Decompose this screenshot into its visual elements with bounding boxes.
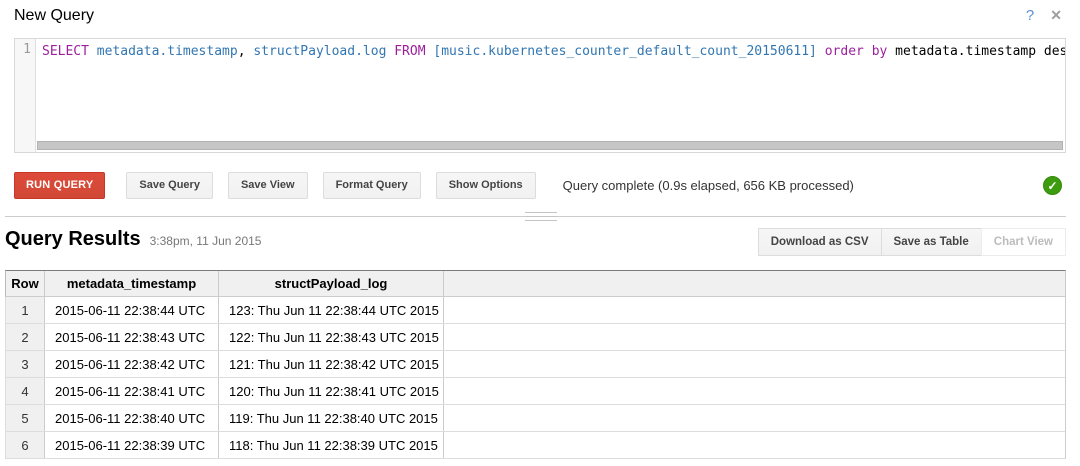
table-row[interactable]: 22015-06-11 22:38:43 UTC122: Thu Jun 11 … [5,324,1066,351]
table-row[interactable]: 52015-06-11 22:38:40 UTC119: Thu Jun 11 … [5,405,1066,432]
cell-filler [444,405,1065,431]
cell-structpayload-log: 123: Thu Jun 11 22:38:44 UTC 2015 [219,297,444,323]
sql-token: SELECT [42,44,89,59]
results-actions: Download as CSV Save as Table Chart View [758,228,1066,256]
grip-lines-icon [525,212,557,221]
cell-filler [444,351,1065,377]
sql-line[interactable]: SELECT metadata.timestamp, structPayload… [37,39,1065,61]
sql-token: desc [1044,44,1065,59]
cell-filler [444,324,1065,350]
column-header-row[interactable]: Row [6,271,45,296]
cell-structpayload-log: 121: Thu Jun 11 22:38:42 UTC 2015 [219,351,444,377]
results-table: Row metadata_timestamp structPayload_log… [5,270,1066,459]
sql-token: by [872,44,888,59]
save-view-button[interactable]: Save View [228,172,308,199]
sql-token: structPayload.log [253,44,386,59]
cell-metadata-timestamp: 2015-06-11 22:38:42 UTC [45,351,219,377]
results-header: Query Results 3:38pm, 11 Jun 2015 [5,228,261,258]
editor-horizontal-scrollbar[interactable] [37,141,1063,150]
query-success-check-icon: ✓ [1043,176,1062,195]
cell-metadata-timestamp: 2015-06-11 22:38:39 UTC [45,432,219,458]
cell-filler [444,297,1065,323]
results-table-header: Row metadata_timestamp structPayload_log [5,270,1066,297]
cell-metadata-timestamp: 2015-06-11 22:38:41 UTC [45,378,219,404]
chart-view-button: Chart View [981,228,1066,256]
window-controls: ? ✕ [1026,7,1062,24]
table-row[interactable]: 42015-06-11 22:38:41 UTC120: Thu Jun 11 … [5,378,1066,405]
show-options-button[interactable]: Show Options [436,172,536,199]
query-toolbar: RUN QUERY Save Query Save View Format Qu… [14,172,1066,199]
cell-structpayload-log: 118: Thu Jun 11 22:38:39 UTC 2015 [219,432,444,458]
help-icon[interactable]: ? [1026,7,1034,24]
column-header-metadata-timestamp[interactable]: metadata_timestamp [45,271,219,296]
editor-gutter: 1 [15,39,36,152]
sql-token [89,44,97,59]
sql-token [1036,44,1044,59]
page-title: New Query [14,7,94,25]
download-as-csv-button[interactable]: Download as CSV [758,228,882,256]
sql-token: metadata.timestamp [895,44,1036,59]
sql-token: order [825,44,864,59]
cell-structpayload-log: 119: Thu Jun 11 22:38:40 UTC 2015 [219,405,444,431]
cell-row-number: 4 [6,378,45,404]
cell-filler [444,378,1065,404]
cell-metadata-timestamp: 2015-06-11 22:38:44 UTC [45,297,219,323]
table-row[interactable]: 62015-06-11 22:38:39 UTC118: Thu Jun 11 … [5,432,1066,459]
cell-structpayload-log: 120: Thu Jun 11 22:38:41 UTC 2015 [219,378,444,404]
cell-row-number: 2 [6,324,45,350]
cell-metadata-timestamp: 2015-06-11 22:38:40 UTC [45,405,219,431]
table-row[interactable]: 12015-06-11 22:38:44 UTC123: Thu Jun 11 … [5,297,1066,324]
results-timestamp: 3:38pm, 11 Jun 2015 [150,234,262,248]
cell-filler [444,432,1065,458]
cell-row-number: 3 [6,351,45,377]
column-header-structpayload-log[interactable]: structPayload_log [219,271,444,296]
sql-token: FROM [394,44,425,59]
cell-row-number: 5 [6,405,45,431]
table-row[interactable]: 32015-06-11 22:38:42 UTC121: Thu Jun 11 … [5,351,1066,378]
sql-token: [music.kubernetes_counter_default_count_… [433,44,817,59]
cell-row-number: 1 [6,297,45,323]
results-title: Query Results [5,228,141,251]
cell-metadata-timestamp: 2015-06-11 22:38:43 UTC [45,324,219,350]
query-status-text: Query complete (0.9s elapsed, 656 KB pro… [563,178,854,193]
sql-token: metadata.timestamp [97,44,238,59]
sql-token [817,44,825,59]
editor-code-area[interactable]: SELECT metadata.timestamp, structPayload… [37,39,1065,142]
cell-row-number: 6 [6,432,45,458]
run-query-button[interactable]: RUN QUERY [14,172,105,199]
query-editor[interactable]: 1 SELECT metadata.timestamp, structPaylo… [14,38,1066,153]
results-table-body: 12015-06-11 22:38:44 UTC123: Thu Jun 11 … [5,297,1066,459]
sql-token: , [238,44,246,59]
sql-token [887,44,895,59]
format-query-button[interactable]: Format Query [323,172,421,199]
sql-token [864,44,872,59]
save-as-table-button[interactable]: Save as Table [881,228,982,256]
line-number: 1 [15,39,35,57]
save-query-button[interactable]: Save Query [126,172,213,199]
new-query-panel: New Query ? ✕ 1 SELECT metadata.timestam… [0,0,1080,466]
cell-structpayload-log: 122: Thu Jun 11 22:38:43 UTC 2015 [219,324,444,350]
splitter-drag-handle[interactable] [525,211,557,222]
column-header-filler [444,271,1065,296]
close-icon[interactable]: ✕ [1050,7,1062,24]
